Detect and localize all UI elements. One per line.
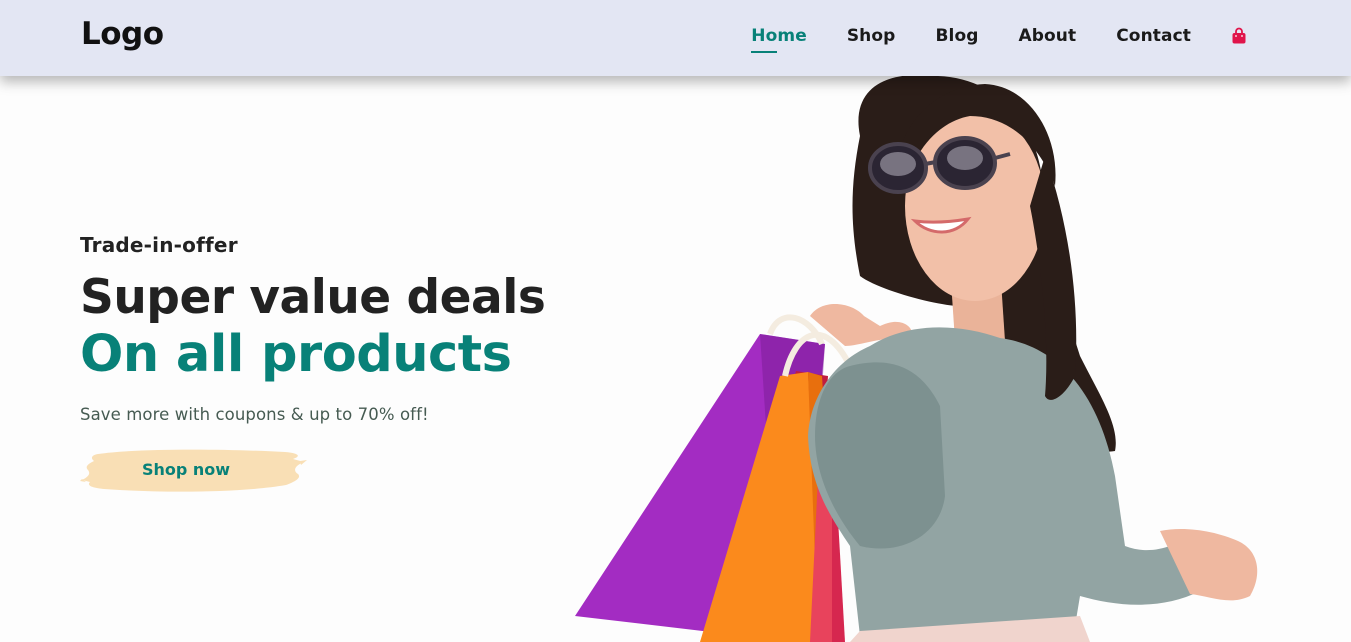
hero-headline-accent: On all products <box>80 325 512 385</box>
shopping-bag-icon[interactable] <box>1231 27 1247 45</box>
shop-now-button[interactable]: Shop now <box>80 446 308 496</box>
nav-blog[interactable]: Blog <box>935 26 978 46</box>
hero-subtitle: Save more with coupons & up to 70% off! <box>80 405 429 425</box>
logo[interactable]: Logo <box>81 16 164 52</box>
main-nav: Home Shop Blog About Contact <box>711 26 1247 53</box>
nav-contact[interactable]: Contact <box>1116 26 1191 46</box>
hero-kicker: Trade-in-offer <box>80 233 238 257</box>
nav-shop[interactable]: Shop <box>847 26 896 46</box>
shop-now-label: Shop now <box>141 459 231 479</box>
site-header: Logo Home Shop Blog About Contact <box>0 0 1351 76</box>
hero-headline: Super value deals <box>80 270 546 325</box>
hero-image <box>560 75 1280 642</box>
shopping-bags <box>575 314 853 642</box>
hero-copy: Trade-in-offer Super value deals On all … <box>80 233 546 425</box>
nav-home[interactable]: Home <box>751 26 807 53</box>
nav-about[interactable]: About <box>1019 26 1077 46</box>
